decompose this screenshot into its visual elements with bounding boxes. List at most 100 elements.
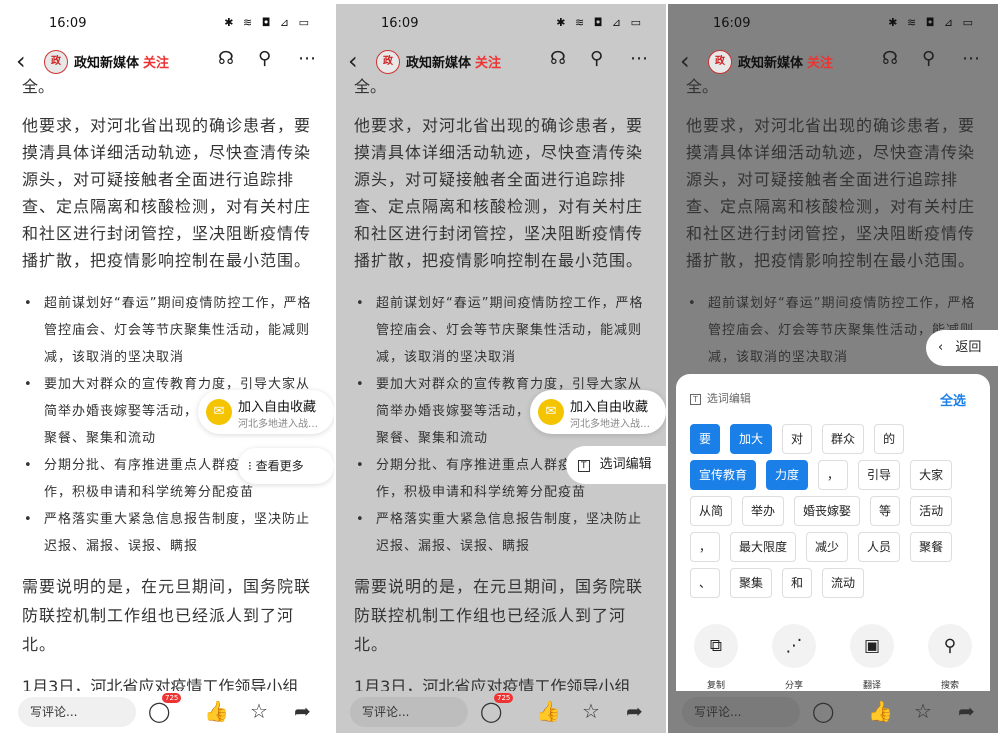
comment-count-badge: 725 (162, 693, 182, 703)
text-box-icon: T (578, 460, 590, 472)
word-chip[interactable]: 流动 (822, 568, 865, 598)
word-chip[interactable]: 要 (690, 424, 721, 454)
headphone-icon[interactable]: ☊ (882, 48, 898, 69)
follow-button[interactable]: 关注 (807, 52, 833, 71)
word-chip[interactable]: 宣传教育 (690, 460, 757, 490)
back-arrow-icon[interactable]: ‹ (16, 47, 26, 75)
word-chip[interactable]: 聚集 (730, 568, 773, 598)
word-chip[interactable]: 人员 (858, 532, 901, 562)
select-edit-button[interactable]: T 选词编辑 (566, 446, 666, 484)
back-arrow-icon[interactable]: ‹ (680, 47, 690, 75)
select-all-button[interactable]: 全选 (940, 390, 966, 409)
chevron-left-icon: ‹ (938, 340, 944, 355)
share-action[interactable]: ⋰ 分享 (766, 624, 822, 691)
status-icons: ✱ ≋ ◘ ⊿ ▭ (888, 16, 976, 29)
more-icon[interactable]: ⋯ (298, 48, 316, 69)
word-chip[interactable]: 、 (690, 568, 721, 598)
comment-icon[interactable]: ◯ (812, 699, 834, 723)
back-arrow-icon[interactable]: ‹ (348, 47, 358, 75)
comment-input[interactable]: 写评论... (18, 697, 136, 727)
word-chip[interactable]: 聚餐 (910, 532, 953, 562)
word-chip[interactable]: 力度 (766, 460, 809, 490)
headphone-icon[interactable]: ☊ (550, 48, 566, 69)
like-icon[interactable]: 👍 (536, 699, 561, 723)
copy-action[interactable]: ⧉ 复制 (688, 624, 744, 691)
search-icon: ⚲ (928, 624, 972, 668)
comment-input[interactable]: 写评论... (350, 697, 468, 727)
comment-input[interactable]: 写评论... (682, 697, 800, 727)
word-chip[interactable]: ， (818, 460, 849, 490)
status-icons: ✱ ≋ ◘ ⊿ ▭ (556, 16, 644, 29)
more-vertical-icon: ⁝ (248, 459, 252, 473)
article-content: 全。 他要求，对河北省出现的确诊患者，要摸清具体详细活动轨迹，尽快查清传染源头，… (22, 74, 322, 700)
search-icon[interactable]: ⚲ (590, 48, 603, 69)
comment-count-badge: 725 (494, 693, 514, 703)
word-chip[interactable]: 加大 (730, 424, 773, 454)
account-name[interactable]: 政知新媒体 (738, 52, 803, 71)
panel-word-selection-sheet: 16:09 ✱ ≋ ◘ ⊿ ▭ ‹ 政 政知新媒体 关注 ☊ ⚲ ⋯ 全。 他要… (668, 4, 998, 733)
text-fragment: 全。 (22, 77, 55, 96)
search-icon[interactable]: ⚲ (922, 48, 935, 69)
article-content: 全。 他要求，对河北省出现的确诊患者，要摸清具体详细活动轨迹，尽快查清传染源头，… (354, 74, 654, 700)
sheet-header: T 选词编辑 全选 (690, 390, 976, 409)
star-icon[interactable]: ☆ (250, 699, 268, 723)
like-icon[interactable]: 👍 (868, 699, 893, 723)
word-chip[interactable]: 最大限度 (730, 532, 797, 562)
word-chip[interactable]: 的 (874, 424, 905, 454)
favorite-title: 加入自由收藏 (238, 400, 317, 415)
word-chip[interactable]: ， (690, 532, 721, 562)
bullet-item: 超前谋划好“春运”期间疫情防控工作，严格管控庙会、灯会等节庆聚集性活动，能减则减… (354, 290, 654, 371)
article-paragraph: 需要说明的是，在元旦期间，国务院联防联控机制工作组也已经派人到了河北。 (354, 577, 644, 654)
status-bar: 16:09 ✱ ≋ ◘ ⊿ ▭ (668, 4, 998, 44)
chip-row: 宣传教育 力度 ， 引导 大家 (690, 460, 980, 490)
article-paragraph: 他要求，对河北省出现的确诊患者，要摸清具体详细活动轨迹，尽快查清传染源头，对可疑… (686, 116, 976, 270)
word-chip[interactable]: 减少 (806, 532, 849, 562)
panel-article-with-menu: 16:09 ✱ ≋ ◘ ⊿ ▭ ‹ 政 政知新媒体 关注 ☊ ⚲ ⋯ 全。 他要… (4, 4, 334, 733)
copy-label: 复制 (706, 681, 725, 691)
translate-action[interactable]: ▣ 翻译 (844, 624, 900, 691)
word-chip[interactable]: 活动 (910, 496, 953, 526)
word-chip[interactable]: 和 (782, 568, 813, 598)
follow-button[interactable]: 关注 (143, 52, 169, 71)
word-chip[interactable]: 引导 (858, 460, 901, 490)
status-time: 16:09 (49, 16, 87, 31)
star-icon[interactable]: ☆ (582, 699, 600, 723)
bullet-item: 严格落实重大紧急信息报告制度，坚决防止迟报、漏报、误报、瞒报 (354, 506, 654, 560)
word-chip[interactable]: 举办 (742, 496, 785, 526)
share-icon[interactable]: ➦ (958, 699, 975, 723)
word-chip[interactable]: 对 (782, 424, 813, 454)
chip-row: 要加大对群众的 (690, 424, 980, 454)
bullet-item: 严格落实重大紧急信息报告制度，坚决防止迟报、漏报、误报、瞒报 (22, 506, 322, 560)
word-chip[interactable]: 婚丧嫁娶 (794, 496, 861, 526)
headphone-icon[interactable]: ☊ (218, 48, 234, 69)
add-favorite-popup[interactable]: ✉ 加入自由收藏 河北多地进入战… (198, 390, 334, 434)
account-name[interactable]: 政知新媒体 (406, 52, 471, 71)
status-icons: ✱ ≋ ◘ ⊿ ▭ (224, 16, 312, 29)
word-chip[interactable]: 大家 (910, 460, 953, 490)
word-chip[interactable]: 从简 (690, 496, 733, 526)
return-button[interactable]: ‹ 返回 (926, 330, 998, 366)
more-icon[interactable]: ⋯ (630, 48, 648, 69)
account-name[interactable]: 政知新媒体 (74, 52, 139, 71)
chip-row: 、聚集和流动 (690, 568, 980, 598)
search-icon[interactable]: ⚲ (258, 48, 271, 69)
share-icon[interactable]: ➦ (294, 699, 311, 723)
star-icon[interactable]: ☆ (914, 699, 932, 723)
account-logo[interactable]: 政 (44, 50, 68, 74)
article-paragraph: 他要求，对河北省出现的确诊患者，要摸清具体详细活动轨迹，尽快查清传染源头，对可疑… (22, 116, 312, 270)
copy-icon: ⧉ (694, 624, 738, 668)
share-label: 分享 (784, 681, 803, 691)
word-chip[interactable]: 等 (870, 496, 901, 526)
follow-button[interactable]: 关注 (475, 52, 501, 71)
share-icon[interactable]: ➦ (626, 699, 643, 723)
word-chip[interactable]: 群众 (822, 424, 865, 454)
like-icon[interactable]: 👍 (204, 699, 229, 723)
screenshot-collage: 16:09 ✱ ≋ ◘ ⊿ ▭ ‹ 政 政知新媒体 关注 ☊ ⚲ ⋯ 全。 他要… (0, 0, 1000, 737)
search-action[interactable]: ⚲ 搜索 (922, 624, 978, 691)
favorite-subtitle: 河北多地进入战… (238, 419, 318, 430)
account-logo[interactable]: 政 (376, 50, 400, 74)
add-favorite-popup[interactable]: ✉ 加入自由收藏 河北多地进入战… (530, 390, 666, 434)
account-logo[interactable]: 政 (708, 50, 732, 74)
more-icon[interactable]: ⋯ (962, 48, 980, 69)
see-more-popup[interactable]: ⁝ 查看更多 (238, 448, 334, 484)
